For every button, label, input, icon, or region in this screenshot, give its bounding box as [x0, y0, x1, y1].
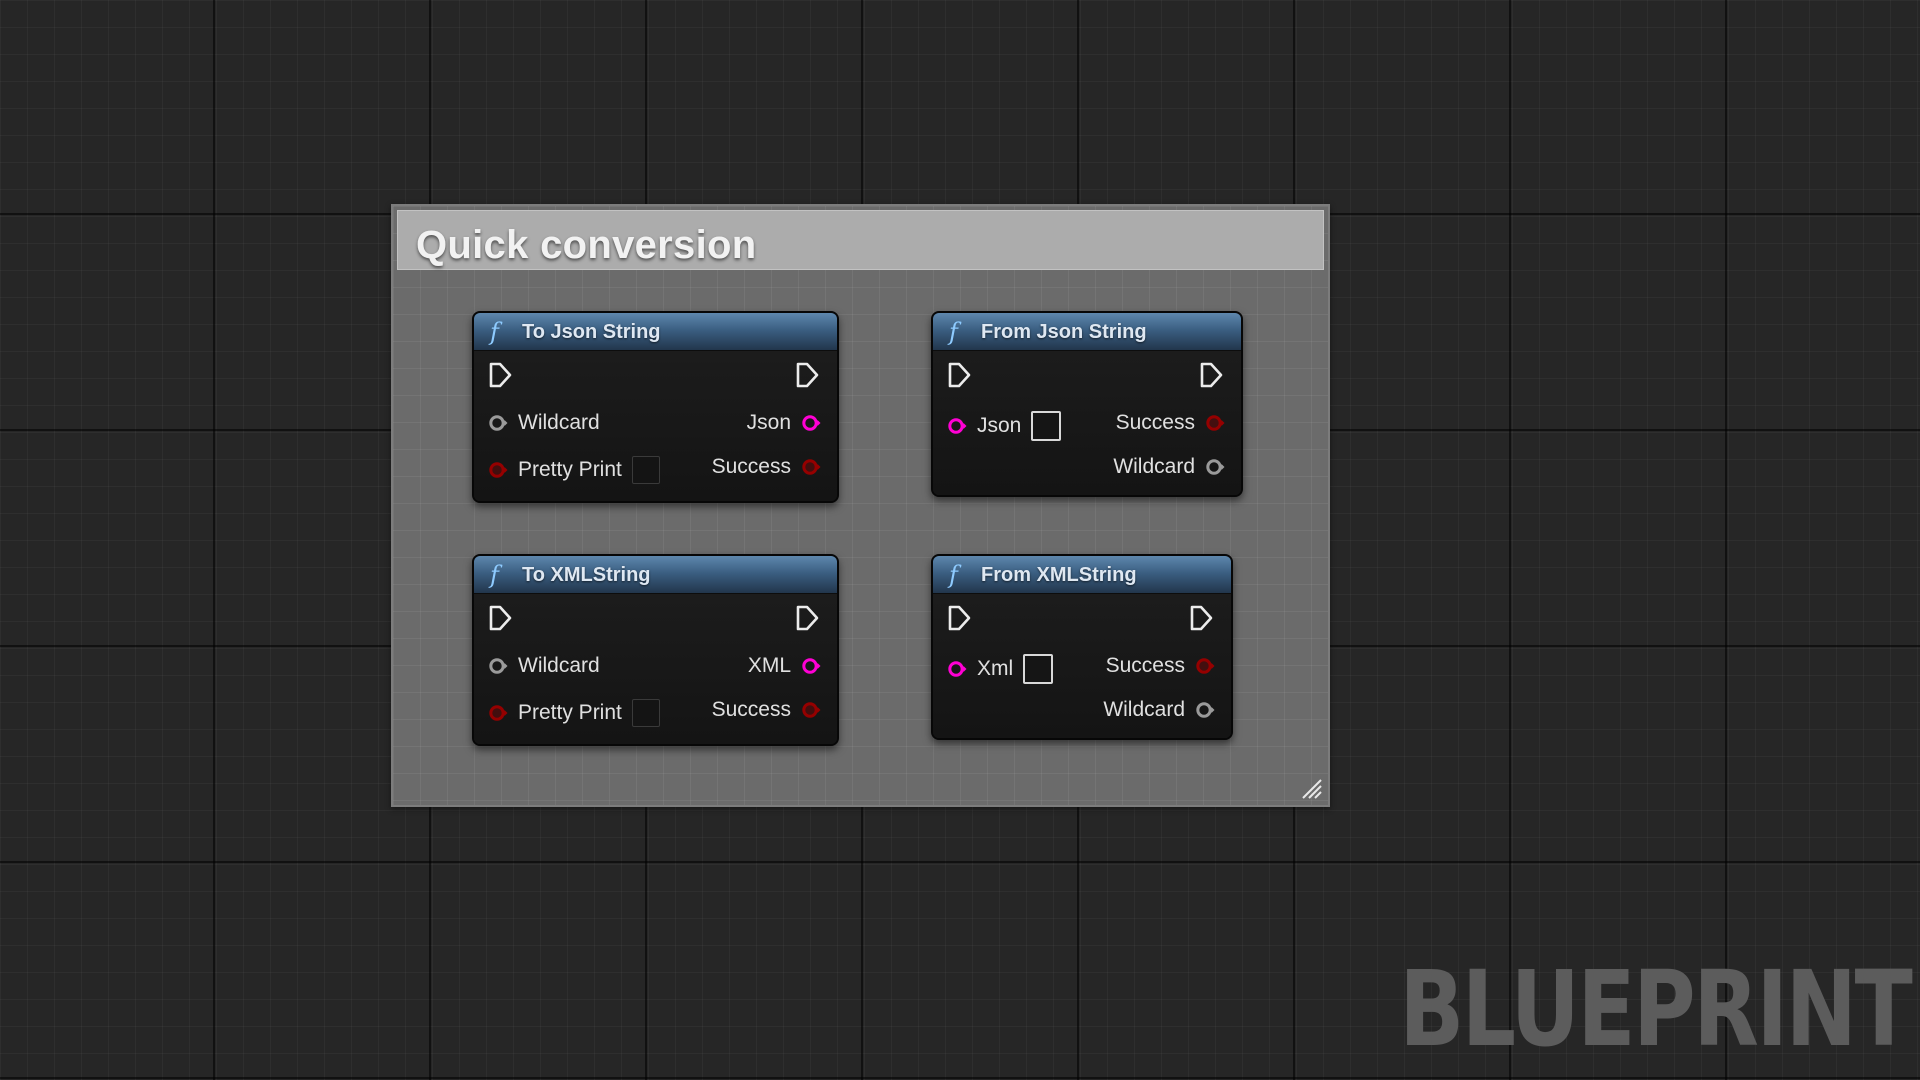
output-row-xml: XML — [748, 651, 821, 681]
string-pin-icon[interactable] — [801, 656, 821, 676]
boolean-pin-icon[interactable] — [1205, 413, 1225, 433]
pin-label: Success — [1115, 411, 1195, 434]
exec-output-pin[interactable] — [795, 361, 821, 389]
wildcard-pin-icon[interactable] — [488, 413, 508, 433]
blueprint-watermark: BLUEPRINT — [1398, 948, 1913, 1070]
exec-output-pin[interactable] — [795, 604, 821, 632]
wildcard-pin-icon[interactable] — [1195, 700, 1215, 720]
string-pin-icon[interactable] — [801, 413, 821, 433]
pin-label: Wildcard — [1113, 455, 1195, 478]
output-row-json: Json — [747, 408, 821, 438]
pin-label: Json — [977, 414, 1022, 437]
exec-input-pin[interactable] — [488, 604, 514, 632]
function-icon: f — [949, 561, 958, 589]
pretty-print-checkbox[interactable] — [631, 699, 660, 727]
function-icon: f — [490, 318, 499, 346]
exec-input-pin[interactable] — [488, 361, 514, 389]
node-body: Wildcard Pretty Print XML Success — [474, 594, 837, 744]
input-row-pretty-print: Pretty Print — [488, 698, 660, 728]
comment-header[interactable]: Quick conversion — [397, 210, 1324, 270]
node-title: From Json String — [981, 321, 1147, 343]
boolean-pin-icon[interactable] — [488, 460, 508, 480]
json-input-field[interactable] — [1031, 411, 1062, 441]
pin-label: XML — [747, 654, 791, 677]
output-row-wildcard: Wildcard — [1103, 695, 1215, 725]
input-row-json: Json — [947, 411, 1062, 441]
node-from-json-string[interactable]: f From Json String Json Success Wildcard — [931, 311, 1243, 497]
output-row-success: Success — [712, 695, 821, 725]
string-pin-icon[interactable] — [947, 659, 967, 679]
pin-label: Xml — [977, 657, 1014, 680]
node-title: To XMLString — [522, 564, 651, 586]
exec-input-pin[interactable] — [947, 361, 973, 389]
input-row-wildcard: Wildcard — [488, 408, 600, 438]
function-icon: f — [490, 561, 499, 589]
exec-output-pin[interactable] — [1199, 361, 1225, 389]
node-to-xml-string[interactable]: f To XMLString Wildcard Pretty Print XML… — [472, 554, 839, 746]
boolean-pin-icon[interactable] — [1195, 656, 1215, 676]
input-row-xml: Xml — [947, 654, 1054, 684]
boolean-pin-icon[interactable] — [801, 457, 821, 477]
boolean-pin-icon[interactable] — [488, 703, 508, 723]
output-row-success: Success — [712, 452, 821, 482]
input-row-wildcard: Wildcard — [488, 651, 600, 681]
boolean-pin-icon[interactable] — [801, 700, 821, 720]
pin-label: Pretty Print — [518, 701, 622, 724]
node-header[interactable]: f From XMLString — [933, 556, 1231, 594]
pin-label: Success — [711, 455, 791, 478]
node-title: From XMLString — [981, 564, 1137, 586]
node-body: Wildcard Pretty Print Json Success — [474, 351, 837, 501]
pin-label: Success — [711, 698, 791, 721]
node-to-json-string[interactable]: f To Json String Wildcard Pretty Print J… — [472, 311, 839, 503]
output-row-wildcard: Wildcard — [1113, 452, 1225, 482]
node-body: Xml Success Wildcard — [933, 594, 1231, 738]
function-icon: f — [949, 318, 958, 346]
string-pin-icon[interactable] — [947, 416, 967, 436]
node-header[interactable]: f To XMLString — [474, 556, 837, 594]
exec-output-pin[interactable] — [1189, 604, 1215, 632]
node-from-xml-string[interactable]: f From XMLString Xml Success Wildcard — [931, 554, 1233, 740]
pin-label: Success — [1105, 654, 1185, 677]
pin-label: Json — [746, 411, 791, 434]
exec-input-pin[interactable] — [947, 604, 973, 632]
node-body: Json Success Wildcard — [933, 351, 1241, 495]
xml-input-field[interactable] — [1023, 654, 1054, 684]
wildcard-pin-icon[interactable] — [488, 656, 508, 676]
input-row-pretty-print: Pretty Print — [488, 455, 660, 485]
node-header[interactable]: f To Json String — [474, 313, 837, 351]
output-row-success: Success — [1106, 651, 1215, 681]
resize-handle-icon[interactable] — [1300, 777, 1322, 799]
node-title: To Json String — [522, 321, 661, 343]
comment-title[interactable]: Quick conversion — [416, 223, 756, 268]
wildcard-pin-icon[interactable] — [1205, 457, 1225, 477]
pin-label: Wildcard — [1103, 698, 1185, 721]
pretty-print-checkbox[interactable] — [631, 456, 660, 484]
pin-label: Wildcard — [518, 411, 600, 434]
node-header[interactable]: f From Json String — [933, 313, 1241, 351]
pin-label: Pretty Print — [518, 458, 622, 481]
pin-label: Wildcard — [518, 654, 600, 677]
output-row-success: Success — [1116, 408, 1225, 438]
